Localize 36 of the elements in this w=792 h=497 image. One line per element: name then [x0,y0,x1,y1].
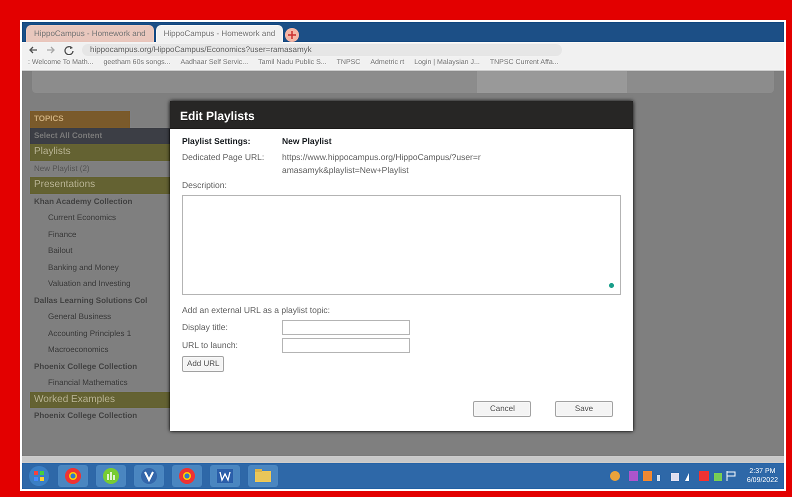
url-label: Dedicated Page URL: [182,150,266,164]
collection-title: Phoenix College Collection [33,360,138,373]
chart-app-icon[interactable] [102,467,120,485]
section-title: TOPICS [30,111,130,128]
back-icon[interactable] [28,44,38,54]
external-url-heading: Add an external URL as a playlist topic: [182,304,332,317]
field-label: URL to launch: [182,338,239,352]
horizontal-scrollbar[interactable] [22,456,784,463]
collection-title: Phoenix College Collection [33,410,138,422]
word-processor-app-icon[interactable] [216,467,234,485]
field-label: Display title: [182,320,229,334]
dialog-title: Edit Playlists [170,101,633,129]
description-label: Description: [182,179,228,192]
playlist-name: New Playlist [282,135,332,148]
input-field[interactable] [282,338,410,353]
description-field[interactable] [182,195,621,295]
folder-icon[interactable] [254,467,272,485]
v-app-icon[interactable] [140,467,158,485]
settings-label: Playlist Settings: [182,135,252,148]
collection-title: Khan Academy Collection [33,196,134,208]
forward-icon[interactable] [46,44,56,54]
browser-tab[interactable]: HippoCampus - Homework and [156,25,284,42]
dialog-button[interactable]: Cancel [473,401,531,417]
browser-app-icon[interactable] [178,467,196,485]
collection-title: Dallas Learning Solutions Col [33,294,148,307]
browser-app-icon[interactable] [64,467,82,485]
add-url-button[interactable]: Add URL [182,356,224,372]
address-bar[interactable]: hippocampus.org/HippoCampus/Economics?user=ramasamyk [82,44,562,56]
dialog-button[interactable]: Save [555,401,613,417]
browser-tab[interactable]: HippoCampus - Homework and [26,25,154,42]
reload-icon[interactable] [64,44,74,54]
resize-handle[interactable] [609,283,614,288]
input-field[interactable] [282,320,410,335]
page-url: https://www.hippocampus.org/HippoCampus/?user=ramasamyk&playlist=New+Playlist [282,150,482,176]
start-icon[interactable] [28,465,50,487]
new-tab-icon[interactable] [285,28,300,42]
